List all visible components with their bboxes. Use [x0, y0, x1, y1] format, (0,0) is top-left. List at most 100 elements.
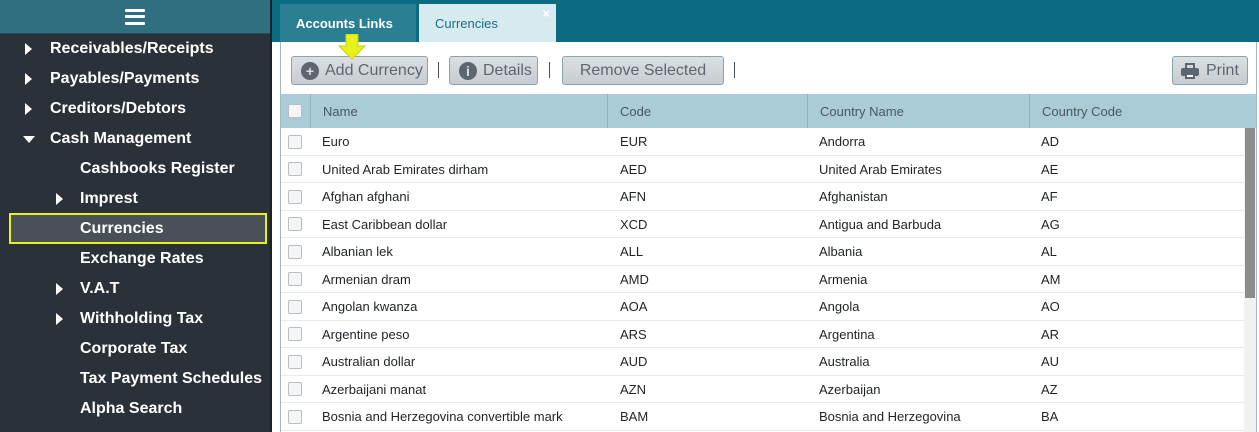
- row-checkbox[interactable]: [288, 382, 302, 396]
- table-row[interactable]: Bosnia and Herzegovina convertible mark B…: [281, 403, 1246, 431]
- table-row[interactable]: Australian dollar AUD Australia AU: [281, 348, 1246, 376]
- row-checkbox[interactable]: [288, 327, 302, 341]
- table-row[interactable]: Euro EUR Andorra AD: [281, 128, 1246, 156]
- caret-right-icon: [56, 313, 63, 325]
- remove-selected-button[interactable]: Remove Selected: [562, 56, 724, 85]
- cell-country-name: Andorra: [819, 134, 866, 149]
- sidebar-item-label: Currencies: [80, 219, 164, 237]
- cell-code: XCD: [620, 216, 648, 232]
- sidebar-item-cashbooks-register[interactable]: Cashbooks Register: [0, 154, 270, 184]
- add-currency-button[interactable]: + Add Currency: [291, 56, 428, 85]
- cell-name: Azerbaijani manat: [322, 381, 427, 397]
- plus-circle-icon: +: [301, 61, 319, 80]
- vertical-scrollbar[interactable]: [1244, 128, 1256, 432]
- details-button[interactable]: i Details: [449, 56, 538, 85]
- toolbar-divider: [549, 62, 550, 78]
- row-checkbox[interactable]: [288, 244, 302, 259]
- sidebar-item-corporate-tax[interactable]: Corporate Tax: [0, 334, 270, 364]
- sidebar-item-label: Tax Payment Schedules: [80, 370, 262, 387]
- sidebar-item-imprest[interactable]: Imprest: [0, 184, 270, 214]
- print-label: Print: [1206, 61, 1239, 79]
- row-checkbox[interactable]: [288, 409, 302, 424]
- sidebar-item-exchange-rates[interactable]: Exchange Rates: [0, 244, 270, 274]
- sidebar-item-label: Payables/Payments: [50, 70, 200, 87]
- sidebar-item-label: Cash Management: [50, 130, 192, 147]
- remove-selected-label: Remove Selected: [579, 61, 707, 79]
- grid-header: Name Code Country Name Country Code: [280, 94, 1257, 128]
- info-circle-icon: i: [459, 61, 477, 80]
- sidebar-item-payables-payments[interactable]: Payables/Payments: [0, 64, 270, 94]
- sidebar-item-withholding-tax[interactable]: Withholding Tax: [0, 304, 270, 334]
- row-checkbox[interactable]: [288, 217, 302, 231]
- table-row[interactable]: East Caribbean dollar XCD Antigua and Barb…: [281, 211, 1246, 238]
- cell-name: Angolan kwanza: [322, 299, 418, 314]
- table-row[interactable]: Angolan kwanza AOA Angola AO: [281, 293, 1246, 321]
- scrollbar-thumb[interactable]: [1245, 128, 1255, 298]
- cell-name: East Caribbean dollar: [322, 216, 448, 232]
- cell-name: Afghan afghani: [322, 189, 410, 204]
- sidebar-item-alpha-search[interactable]: Alpha Search: [0, 394, 270, 424]
- sidebar-item-creditors-debtors[interactable]: Creditors/Debtors: [0, 94, 270, 124]
- row-checkbox[interactable]: [288, 134, 302, 149]
- cell-name: Bosnia and Herzegovina convertible mark: [322, 409, 563, 424]
- cell-country-code: AM: [1041, 271, 1061, 287]
- select-all-checkbox[interactable]: [288, 104, 302, 118]
- cell-country-name: Afghanistan: [819, 189, 888, 204]
- print-button[interactable]: Print: [1172, 56, 1248, 85]
- table-row[interactable]: Albanian lek ALL Albania AL: [281, 238, 1246, 266]
- sidebar-item-receivables-receipts[interactable]: Receivables/Receipts: [0, 34, 270, 64]
- cell-country-code: AE: [1041, 161, 1059, 177]
- cell-country-name: Argentina: [819, 326, 875, 342]
- caret-right-icon: [25, 73, 32, 85]
- row-checkbox[interactable]: [288, 354, 302, 369]
- hamburger-menu-icon[interactable]: [125, 8, 145, 25]
- sidebar-item-label: Receivables/Receipts: [50, 40, 214, 57]
- cell-country-name: Australia: [819, 354, 870, 369]
- sidebar-item-currencies[interactable]: Currencies: [9, 213, 267, 244]
- cell-code: BAM: [620, 409, 649, 424]
- table-row[interactable]: Azerbaijani manat AZN Azerbaijan AZ: [281, 376, 1246, 403]
- sidebar-item-label: Imprest: [80, 190, 138, 207]
- cell-country-code: AG: [1041, 216, 1060, 232]
- sidebar-item-tax-payment-schedules[interactable]: Tax Payment Schedules: [0, 364, 270, 394]
- tab-label: Currencies: [435, 15, 498, 31]
- cell-country-name: Armenia: [819, 271, 868, 287]
- cell-code: EUR: [620, 134, 648, 149]
- column-header-label: Name: [323, 103, 358, 119]
- cell-country-name: Albania: [819, 244, 863, 259]
- column-header-name[interactable]: Name: [310, 94, 608, 128]
- cell-country-name: Bosnia and Herzegovina: [819, 409, 961, 424]
- sidebar-item-label: Alpha Search: [80, 400, 183, 417]
- table-row[interactable]: Argentine peso ARS Argentina AR: [281, 321, 1246, 348]
- printer-icon: [1181, 62, 1199, 79]
- tab-label: Accounts Links: [296, 15, 393, 31]
- column-header-country-name[interactable]: Country Name: [807, 94, 1029, 128]
- row-checkbox[interactable]: [288, 272, 302, 286]
- cell-country-name: Antigua and Barbuda: [819, 216, 942, 232]
- sidebar-item-v-a-t[interactable]: V.A.T: [0, 274, 270, 304]
- cell-name: Argentine peso: [322, 326, 410, 342]
- column-header-country-code[interactable]: Country Code: [1029, 94, 1258, 128]
- cell-name: United Arab Emirates dirham: [322, 161, 489, 177]
- close-icon[interactable]: ×: [542, 6, 550, 21]
- cell-name: Albanian lek: [322, 244, 393, 259]
- tab-currencies[interactable]: Currencies ×: [419, 4, 556, 42]
- cell-country-code: AL: [1041, 244, 1057, 259]
- column-header-label: Country Name: [820, 103, 904, 119]
- row-checkbox[interactable]: [288, 189, 302, 204]
- column-header-code[interactable]: Code: [607, 94, 807, 128]
- row-checkbox[interactable]: [288, 162, 302, 176]
- cell-code: AOA: [620, 299, 648, 314]
- currencies-table: Euro EUR Andorra AD United Arab Emirates dir…: [280, 128, 1257, 432]
- tab-bar: Accounts Links Currencies ×: [272, 0, 1259, 42]
- table-row[interactable]: Armenian dram AMD Armenia AM: [281, 266, 1246, 293]
- row-checkbox[interactable]: [288, 299, 302, 314]
- cell-country-name: Azerbaijan: [819, 381, 881, 397]
- sidebar-item-cash-management[interactable]: Cash Management: [0, 124, 270, 154]
- cell-name: Armenian dram: [322, 271, 411, 287]
- caret-right-icon: [25, 103, 32, 115]
- table-row[interactable]: United Arab Emirates dirham AED United Ara…: [281, 156, 1246, 183]
- cell-code: AMD: [620, 271, 649, 287]
- cell-country-code: AU: [1041, 354, 1060, 369]
- table-row[interactable]: Afghan afghani AFN Afghanistan AF: [281, 183, 1246, 211]
